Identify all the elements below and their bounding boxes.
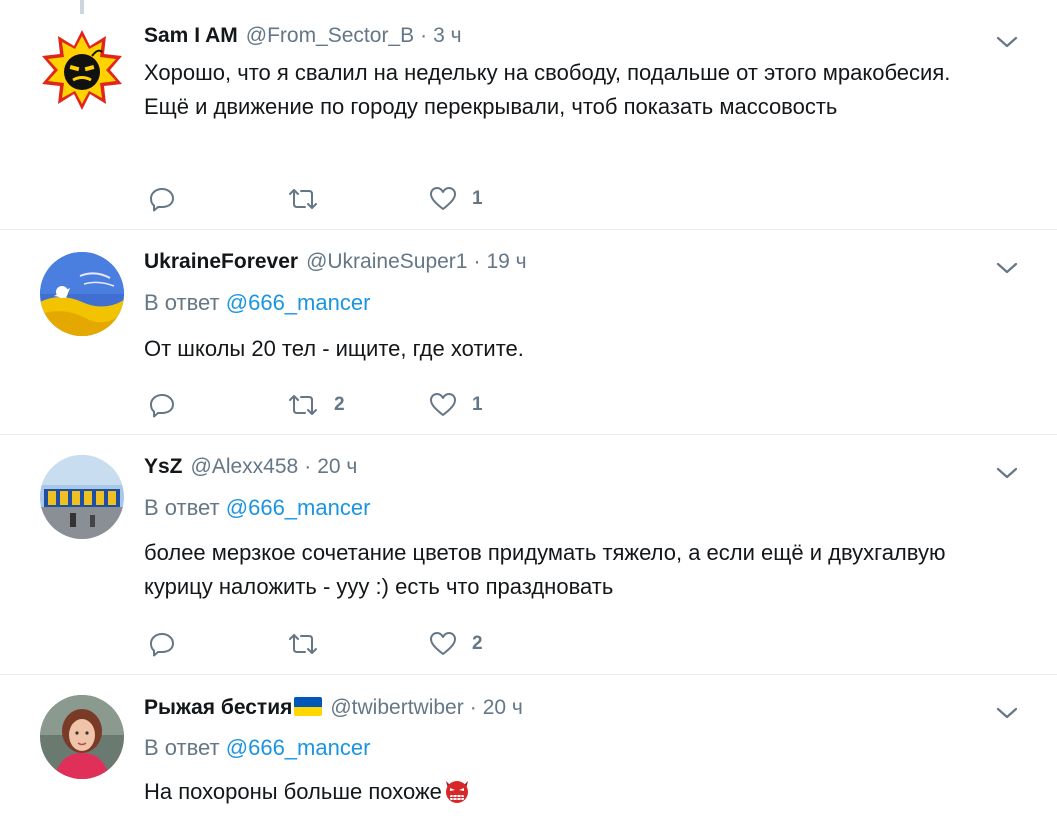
reply-label: В ответ — [144, 290, 220, 315]
heart-icon — [430, 393, 456, 416]
display-name[interactable]: Sam I AM — [144, 24, 238, 48]
reply-button[interactable] — [148, 184, 176, 214]
reply-label: В ответ — [144, 735, 220, 760]
like-button[interactable]: 1 — [428, 184, 483, 214]
like-count: 1 — [472, 188, 483, 209]
heart-icon — [430, 187, 456, 210]
retweet-icon — [289, 634, 317, 654]
reply-button[interactable] — [148, 629, 176, 659]
tweet-text: От школы 20 тел - ищите, где хотите. — [144, 336, 524, 361]
like-count: 2 — [472, 633, 483, 654]
tweet-text: На похороны больше похоже — [144, 779, 442, 804]
reply-label: В ответ — [144, 495, 220, 520]
avatar[interactable] — [40, 695, 124, 779]
like-count: 1 — [472, 394, 483, 415]
reply-button[interactable] — [148, 390, 176, 420]
user-handle[interactable]: @From_Sector_B — [246, 24, 414, 48]
avatar-image — [40, 695, 124, 779]
avatar-image — [40, 455, 124, 539]
user-handle[interactable]: @Alexx458 — [191, 455, 299, 479]
separator-dot: · — [304, 455, 312, 478]
display-name[interactable]: UkraineForever — [144, 250, 298, 274]
reply-context: В ответ @666_mancer — [144, 495, 370, 521]
reply-icon — [150, 633, 174, 657]
tweet-text-container: На похороны больше похоже — [144, 775, 974, 809]
tweet-header: YsZ @Alexx458 · 20 ч — [144, 455, 357, 485]
heart-icon — [430, 632, 456, 655]
ukraine-flag-emoji — [294, 697, 323, 716]
reply-context: В ответ @666_mancer — [144, 735, 370, 761]
timestamp[interactable]: 20 ч — [317, 455, 357, 479]
like-button[interactable]: 2 — [428, 629, 483, 659]
reply-mention-link[interactable]: @666_mancer — [226, 495, 371, 520]
tweet-header: Sam I AM @From_Sector_B · 3 ч — [144, 24, 462, 54]
avatar-image — [40, 252, 124, 336]
timestamp[interactable]: 3 ч — [433, 24, 461, 48]
retweet-icon — [289, 395, 317, 415]
avatar-image — [40, 28, 124, 112]
display-name[interactable]: Рыжая бестия — [144, 696, 292, 720]
chevron-down-icon[interactable] — [995, 32, 1019, 52]
tweet-text: более мерзкое сочетание цветов придумать… — [144, 540, 946, 599]
tweet[interactable]: UkraineForever @UkraineSuper1 · 19 ч В о… — [0, 230, 1057, 435]
reply-icon — [150, 394, 174, 418]
tweet-header: Рыжая бестия @twibertwiber · 20 ч — [144, 695, 523, 725]
retweet-button[interactable] — [286, 629, 334, 659]
timestamp[interactable]: 19 ч — [486, 250, 526, 274]
retweet-icon — [289, 189, 317, 209]
avatar[interactable] — [40, 455, 124, 539]
tweet-actions: 2 1 — [148, 390, 748, 420]
reply-context: В ответ @666_mancer — [144, 290, 370, 316]
reply-mention-link[interactable]: @666_mancer — [226, 290, 371, 315]
timestamp[interactable]: 20 ч — [483, 696, 523, 720]
retweet-count: 2 — [334, 394, 345, 415]
retweet-button[interactable]: 2 — [286, 390, 345, 420]
tweet-actions: 2 — [148, 629, 748, 659]
tweet-actions: 1 — [148, 184, 748, 214]
tweet[interactable]: Sam I AM @From_Sector_B · 3 ч Хорошо, чт… — [0, 0, 1057, 230]
tweet[interactable]: YsZ @Alexx458 · 20 ч В ответ @666_mancer… — [0, 435, 1057, 675]
tweet-header: UkraineForever @UkraineSuper1 · 19 ч — [144, 250, 527, 280]
chevron-down-icon[interactable] — [995, 463, 1019, 483]
avatar[interactable] — [40, 28, 124, 112]
separator-dot: · — [473, 250, 481, 273]
user-handle[interactable]: @UkraineSuper1 — [306, 250, 467, 274]
display-name[interactable]: YsZ — [144, 455, 183, 479]
separator-dot: · — [469, 696, 477, 719]
like-button[interactable]: 1 — [428, 390, 483, 420]
reply-icon — [150, 188, 174, 212]
user-handle[interactable]: @twibertwiber — [330, 696, 463, 720]
tweet[interactable]: Рыжая бестия @twibertwiber · 20 ч В отве… — [0, 675, 1057, 821]
separator-dot: · — [420, 24, 428, 47]
retweet-button[interactable] — [286, 184, 334, 214]
chevron-down-icon[interactable] — [995, 703, 1019, 723]
tweet-text: Хорошо, что я свалил на недельку на своб… — [144, 60, 951, 119]
devil-emoji — [445, 781, 468, 803]
avatar[interactable] — [40, 252, 124, 336]
reply-mention-link[interactable]: @666_mancer — [226, 735, 371, 760]
chevron-down-icon[interactable] — [995, 258, 1019, 278]
